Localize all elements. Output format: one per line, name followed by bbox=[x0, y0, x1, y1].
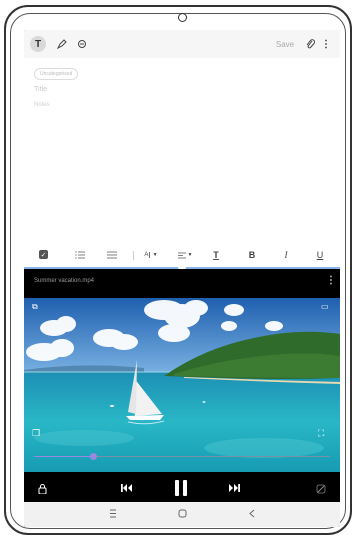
numbered-list-icon[interactable] bbox=[74, 249, 86, 261]
category-label: Uncategorised bbox=[40, 71, 73, 77]
back-icon[interactable] bbox=[248, 509, 256, 521]
fullscreen-icon[interactable]: ⛶ bbox=[318, 428, 324, 439]
bullet-list-icon[interactable] bbox=[106, 249, 118, 261]
checkbox-icon[interactable]: ✓ bbox=[39, 250, 48, 259]
pause-icon[interactable] bbox=[174, 480, 188, 496]
home-icon[interactable] bbox=[178, 509, 187, 521]
bold-button[interactable]: B bbox=[246, 249, 258, 261]
text-mode-button[interactable]: T bbox=[30, 36, 46, 52]
next-icon[interactable] bbox=[228, 483, 240, 493]
notes-toolbar: T Save ⋮ bbox=[24, 30, 340, 58]
progress-fill bbox=[34, 456, 94, 457]
progress-thumb[interactable] bbox=[89, 453, 97, 460]
align-icon[interactable]: ▼ bbox=[176, 249, 194, 261]
category-chip[interactable]: Uncategorised bbox=[34, 68, 79, 80]
save-button[interactable]: Save bbox=[272, 36, 298, 52]
video-more-options-icon[interactable]: ⋮ bbox=[326, 275, 336, 286]
device-screen: T Save ⋮ Uncategorised Title Notes ✓ A I… bbox=[24, 30, 340, 527]
underline-button[interactable]: U bbox=[314, 249, 326, 261]
split-handle[interactable] bbox=[178, 265, 186, 269]
text-color-button[interactable]: T bbox=[210, 249, 222, 261]
lock-icon[interactable] bbox=[38, 484, 47, 494]
pen-icon[interactable] bbox=[56, 36, 68, 52]
notes-field[interactable]: Notes bbox=[34, 102, 50, 108]
capture-icon[interactable]: ⧉ bbox=[32, 302, 38, 312]
title-field[interactable]: Title bbox=[34, 86, 47, 93]
rotate-screen-icon[interactable] bbox=[316, 484, 326, 494]
popup-player-icon[interactable]: ❐ bbox=[32, 428, 40, 439]
recent-apps-icon[interactable] bbox=[108, 509, 118, 521]
subtitle-icon[interactable]: ▭ bbox=[321, 302, 329, 311]
video-frame[interactable]: ⧉ ▭ ❐ ⛶ bbox=[24, 298, 340, 472]
front-camera bbox=[178, 13, 187, 22]
font-size-icon[interactable]: A I ▼ bbox=[142, 249, 160, 261]
progress-bar[interactable] bbox=[34, 453, 330, 460]
format-toolbar: ✓ A I ▼ ▼ T B I U bbox=[24, 244, 340, 266]
more-options-icon[interactable]: ⋮ bbox=[321, 36, 331, 52]
playback-controls bbox=[24, 475, 340, 503]
previous-icon[interactable] bbox=[121, 483, 133, 493]
video-player: Summer vacation.mp4 ⋮ ⧉ ▭ ❐ ⛶ bbox=[24, 270, 340, 503]
video-scene bbox=[24, 298, 340, 472]
attach-icon[interactable] bbox=[304, 36, 316, 52]
notes-app: T Save ⋮ Uncategorised Title Notes ✓ A I… bbox=[24, 30, 340, 268]
brush-icon[interactable] bbox=[76, 36, 88, 52]
italic-button[interactable]: I bbox=[280, 249, 292, 261]
navigation-bar bbox=[24, 502, 340, 527]
format-divider bbox=[132, 249, 134, 261]
video-file-name: Summer vacation.mp4 bbox=[34, 278, 95, 284]
